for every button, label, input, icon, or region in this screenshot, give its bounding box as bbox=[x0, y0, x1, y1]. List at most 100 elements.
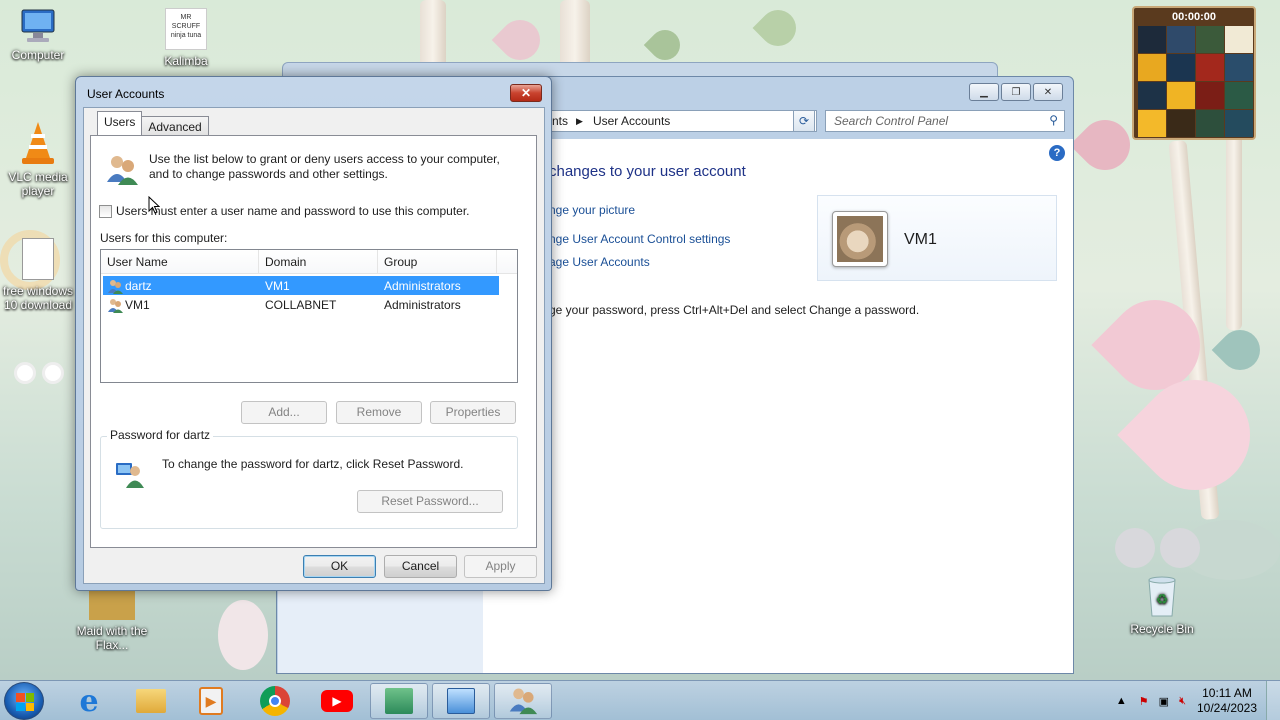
dialog-title: User Accounts bbox=[87, 87, 165, 101]
refresh-icon: ⟳ bbox=[798, 114, 810, 128]
properties-button[interactable]: Properties bbox=[430, 401, 516, 424]
taskbar-youtube[interactable]: ▶ bbox=[308, 683, 366, 719]
desktop-icon-vlc[interactable]: VLC media player bbox=[0, 120, 76, 198]
clock-time: 10:11 AM bbox=[1202, 686, 1252, 700]
account-picture[interactable] bbox=[832, 211, 888, 267]
users-icon bbox=[105, 152, 139, 186]
group-cell: Administrators bbox=[384, 278, 461, 293]
close-icon: ✕ bbox=[520, 86, 532, 100]
cancel-button[interactable]: Cancel bbox=[384, 555, 457, 578]
clock-date: 10/24/2023 bbox=[1196, 701, 1258, 715]
add-user-button[interactable]: Add... bbox=[241, 401, 327, 424]
chrome-icon bbox=[260, 686, 290, 716]
widget-timer: 00:00:00 bbox=[1171, 11, 1217, 23]
maximize-button[interactable]: ❐ bbox=[1001, 83, 1031, 101]
checkbox-box[interactable] bbox=[99, 204, 112, 218]
control-panel-icon bbox=[447, 688, 475, 714]
search-icon: ⚲ bbox=[1049, 113, 1058, 127]
taskbar-control-panel[interactable] bbox=[432, 683, 490, 719]
close-button[interactable]: ✕ bbox=[1033, 83, 1063, 101]
page-title: changes to your user account bbox=[549, 163, 746, 180]
reset-password-button[interactable]: Reset Password... bbox=[357, 490, 503, 513]
taskbar: e ▶ ▶ ▲ ⚑ ▣ 🔇︎ 10:11 AM 10/24/2023 bbox=[0, 680, 1280, 720]
desktop-icon-computer[interactable]: Computer bbox=[0, 8, 76, 62]
user-password-icon bbox=[115, 457, 147, 489]
windows-logo-icon bbox=[16, 693, 34, 711]
table-row[interactable]: VM1 COLLABNET Administrators bbox=[103, 295, 499, 314]
document-icon bbox=[22, 238, 54, 280]
mouse-cursor-icon bbox=[148, 195, 161, 217]
user-name-cell: dartz bbox=[125, 278, 152, 293]
address-bar[interactable]: nts ▶ User Accounts ▼ bbox=[545, 110, 817, 132]
table-row[interactable]: dartz VM1 Administrators bbox=[103, 276, 499, 295]
show-hidden-icons-icon[interactable]: ▲ bbox=[1116, 695, 1127, 707]
domain-cell: VM1 bbox=[265, 278, 290, 293]
users-tab-page: Use the list below to grant or deny user… bbox=[90, 135, 537, 548]
installer-icon bbox=[385, 688, 413, 714]
list-header: User Name Domain Group bbox=[101, 250, 517, 274]
domain-cell: COLLABNET bbox=[265, 297, 337, 312]
desktop-icon-free-windows[interactable]: free windows 10 download bbox=[0, 238, 76, 312]
manage-accounts-link[interactable]: age User Accounts bbox=[549, 255, 650, 269]
change-picture-link[interactable]: nge your picture bbox=[549, 203, 635, 217]
column-domain[interactable]: Domain bbox=[259, 250, 378, 273]
remove-user-button[interactable]: Remove bbox=[336, 401, 422, 424]
minimize-button[interactable]: ▁ bbox=[969, 83, 999, 101]
apply-button[interactable]: Apply bbox=[464, 555, 537, 578]
breadcrumb-current[interactable]: User Accounts bbox=[593, 114, 670, 128]
desktop-icon-recycle-bin[interactable]: ♻ Recycle Bin bbox=[1124, 574, 1200, 636]
system-tray: ▲ ⚑ ▣ 🔇︎ 10:11 AM 10/24/2023 bbox=[1116, 681, 1280, 720]
user-accounts-dialog[interactable]: User Accounts ✕ Users Advanced Use the l… bbox=[75, 76, 552, 591]
youtube-icon: ▶ bbox=[321, 690, 353, 712]
checkbox-label[interactable]: Users must enter a user name and passwor… bbox=[116, 204, 470, 218]
column-user-name[interactable]: User Name bbox=[101, 250, 259, 273]
puzzle-grid bbox=[1138, 26, 1254, 137]
start-button[interactable] bbox=[4, 682, 44, 720]
taskbar-media-player[interactable]: ▶ bbox=[182, 683, 240, 719]
column-group[interactable]: Group bbox=[378, 250, 497, 273]
user-icon bbox=[107, 278, 123, 294]
volume-muted-icon[interactable]: 🔇︎ bbox=[1179, 695, 1186, 708]
recycle-bin-icon: ♻ bbox=[1145, 574, 1179, 618]
svg-text:♻: ♻ bbox=[1156, 591, 1169, 607]
close-button[interactable]: ✕ bbox=[510, 84, 542, 102]
help-icon[interactable]: ? bbox=[1049, 145, 1065, 161]
taskbar-chrome[interactable] bbox=[246, 683, 304, 719]
desktop-icon-kalimba[interactable]: MR SCRUFF ninja tuna Kalimba bbox=[148, 8, 224, 68]
user-name-cell: VM1 bbox=[125, 297, 150, 312]
password-instructions: To change the password for dartz, click … bbox=[162, 457, 464, 471]
show-desktop-button[interactable] bbox=[1266, 681, 1280, 720]
clock[interactable]: 10:11 AM 10/24/2023 bbox=[1194, 686, 1260, 716]
refresh-button[interactable]: ⟳ bbox=[793, 110, 815, 132]
folder-icon bbox=[136, 689, 166, 713]
clock-puzzle-widget[interactable]: 00:00:00 bbox=[1132, 6, 1256, 140]
taskbar-user-accounts[interactable] bbox=[494, 683, 552, 719]
video-file-icon bbox=[89, 590, 135, 620]
tab-users[interactable]: Users bbox=[97, 111, 143, 135]
password-note: ge your password, press Ctrl+Alt+Del and… bbox=[549, 303, 920, 317]
album-art-icon: MR SCRUFF ninja tuna bbox=[165, 8, 207, 50]
taskbar-file-explorer[interactable] bbox=[122, 683, 180, 719]
window-controls: ▁ ❐ ✕ bbox=[969, 83, 1063, 101]
breadcrumb-parent[interactable]: nts bbox=[552, 114, 568, 128]
media-player-icon: ▶ bbox=[199, 687, 223, 715]
users-list-label: Users for this computer: bbox=[100, 231, 228, 245]
password-group-title: Password for dartz bbox=[107, 428, 214, 442]
search-input[interactable]: Search Control Panel ⚲ bbox=[825, 110, 1065, 132]
computer-icon bbox=[18, 8, 58, 44]
action-center-icon[interactable]: ⚑ bbox=[1139, 695, 1149, 708]
tab-advanced[interactable]: Advanced bbox=[141, 116, 209, 136]
taskbar-internet-explorer[interactable]: e bbox=[60, 683, 118, 719]
uac-settings-link[interactable]: nge User Account Control settings bbox=[549, 232, 730, 246]
taskbar-installer[interactable] bbox=[370, 683, 428, 719]
ok-button[interactable]: OK bbox=[303, 555, 376, 578]
network-icon[interactable]: ▣ bbox=[1159, 695, 1169, 708]
users-list[interactable]: User Name Domain Group dartz VM1 Adminis… bbox=[100, 249, 518, 383]
vlc-cone-icon bbox=[18, 120, 58, 166]
password-group: Password for dartz To change the passwor… bbox=[100, 428, 518, 529]
internet-explorer-icon: e bbox=[79, 683, 99, 719]
desktop-icon-maid-flax[interactable]: Maid with the Flax... bbox=[74, 590, 150, 652]
chevron-right-icon[interactable]: ▶ bbox=[576, 116, 583, 127]
tab-strip: Users Advanced bbox=[97, 111, 209, 136]
user-icon bbox=[107, 297, 123, 313]
